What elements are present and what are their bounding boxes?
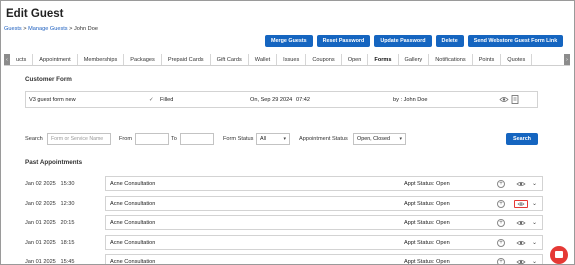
appointment-status: Appt Status: Open xyxy=(404,181,450,187)
past-appointments-title: Past Appointments xyxy=(25,159,83,166)
from-label: From xyxy=(119,136,133,142)
tab-quotes[interactable]: Quotes xyxy=(501,54,533,65)
form-filled-by: by : John Doe xyxy=(393,97,428,103)
add-form-icon[interactable]: + xyxy=(497,219,505,227)
form-name: V3 guest form new xyxy=(29,97,76,103)
check-icon: ✓ xyxy=(149,97,154,103)
search-input[interactable]: Form or Service Name xyxy=(47,133,111,145)
chevron-down-icon[interactable]: ⌄ xyxy=(532,219,537,226)
search-button[interactable]: Search xyxy=(506,133,538,145)
breadcrumb-manage-guests-link[interactable]: Manage Guests xyxy=(28,26,68,32)
tab-issues[interactable]: Issues xyxy=(277,54,307,65)
tab-notifications[interactable]: Notifications xyxy=(429,54,473,65)
appointment-row: Jan 02 2025 15:30 Acne Consultation Appt… xyxy=(25,176,545,191)
appointment-status: Appt Status: Open xyxy=(404,220,450,226)
appointment-datetime: Jan 01 2025 15:45 xyxy=(25,259,75,265)
appointment-status: Appt Status: Open xyxy=(404,240,450,246)
chevron-down-icon[interactable]: ⌄ xyxy=(532,258,537,264)
appointment-status: Appt Status: Open xyxy=(404,201,450,207)
appointment-status-select[interactable]: Open, Closed ▾ xyxy=(353,133,406,145)
view-eye-icon[interactable] xyxy=(514,180,528,188)
appointment-card[interactable]: Acne Consultation Appt Status: Open + ⌄ xyxy=(105,215,543,230)
appointment-datetime: Jan 02 2025 12:30 xyxy=(25,201,75,207)
appointment-card[interactable]: Acne Consultation Appt Status: Open + ⌄ xyxy=(105,196,543,211)
tab-products[interactable]: ucts xyxy=(10,54,34,65)
appointment-status: Appt Status: Open xyxy=(404,259,450,265)
tab-appointment[interactable]: Appointment xyxy=(33,54,78,65)
delete-button[interactable]: Delete xyxy=(435,35,464,47)
appointment-service: Acne Consultation xyxy=(110,181,156,187)
breadcrumb: Guests > Manage Guests > John Doe xyxy=(4,26,98,32)
view-eye-icon[interactable] xyxy=(514,219,528,227)
add-form-icon[interactable]: + xyxy=(497,239,505,247)
chevron-down-icon[interactable]: ⌄ xyxy=(532,180,537,187)
print-icon[interactable] xyxy=(511,95,519,104)
chevron-down-icon[interactable]: ⌄ xyxy=(532,239,537,246)
to-date-input[interactable] xyxy=(180,133,214,145)
appointment-datetime: Jan 02 2025 15:30 xyxy=(25,181,75,187)
tab-packages[interactable]: Packages xyxy=(124,54,162,65)
app-frame: Edit Guest Guests > Manage Guests > John… xyxy=(0,0,575,265)
merge-guests-button[interactable]: Merge Guests xyxy=(265,35,313,47)
chat-icon[interactable] xyxy=(550,246,568,264)
view-eye-icon[interactable] xyxy=(514,258,528,265)
from-date-input[interactable] xyxy=(135,133,169,145)
appointment-datetime: Jan 01 2025 18:15 xyxy=(25,240,75,246)
tab-forms[interactable]: Forms xyxy=(368,54,399,65)
appointment-card[interactable]: Acne Consultation Appt Status: Open + ⌄ xyxy=(105,176,543,191)
appointment-row: Jan 01 2025 18:15 Acne Consultation Appt… xyxy=(25,235,545,250)
appointment-card[interactable]: Acne Consultation Appt Status: Open + ⌄ xyxy=(105,235,543,250)
view-eye-icon[interactable] xyxy=(514,200,528,208)
tab-bar: ‹ ucts Appointment Memberships Packages … xyxy=(4,54,570,66)
tab-prepaid-cards[interactable]: Prepaid Cards xyxy=(162,54,211,65)
send-webstore-link-button[interactable]: Send Webstore Guest Form Link xyxy=(467,35,564,47)
tab-coupons[interactable]: Coupons xyxy=(306,54,342,65)
tab-memberships[interactable]: Memberships xyxy=(78,54,125,65)
appointment-service: Acne Consultation xyxy=(110,201,156,207)
add-form-icon[interactable]: + xyxy=(497,200,505,208)
appointment-service: Acne Consultation xyxy=(110,220,156,226)
chevron-down-icon: ▾ xyxy=(399,136,402,142)
add-form-icon[interactable]: + xyxy=(497,258,505,264)
appointment-service: Acne Consultation xyxy=(110,259,156,265)
appointment-service: Acne Consultation xyxy=(110,240,156,246)
appointment-row: Jan 01 2025 15:45 Acne Consultation Appt… xyxy=(25,254,545,265)
form-date: On, Sep 29 2024 xyxy=(250,97,293,103)
to-label: To xyxy=(171,136,177,142)
appointment-status-label: Appointment Status xyxy=(299,136,348,142)
form-status-label: Form Status xyxy=(223,136,254,142)
filter-bar: Search Form or Service Name From To Form… xyxy=(25,133,538,145)
form-time: 07:42 xyxy=(296,97,310,103)
reset-password-button[interactable]: Reset Password xyxy=(316,35,371,47)
search-label: Search xyxy=(25,136,43,142)
appointment-row: Jan 01 2025 20:15 Acne Consultation Appt… xyxy=(25,215,545,230)
chevron-down-icon: ▾ xyxy=(283,136,286,142)
chevron-down-icon[interactable]: ⌄ xyxy=(532,200,537,207)
form-status-value: All xyxy=(260,136,266,142)
breadcrumb-current: John Doe xyxy=(73,26,98,32)
page-title: Edit Guest xyxy=(6,8,64,20)
appointment-row: Jan 02 2025 12:30 Acne Consultation Appt… xyxy=(25,196,545,211)
tab-scroll-right-icon[interactable]: › xyxy=(564,54,570,65)
tab-gallery[interactable]: Gallery xyxy=(399,54,430,65)
customer-form-title: Customer Form xyxy=(25,76,72,83)
view-eye-icon[interactable] xyxy=(514,239,528,247)
tab-open[interactable]: Open xyxy=(342,54,369,65)
view-eye-icon[interactable] xyxy=(499,96,509,103)
form-status: Filled xyxy=(160,97,174,103)
add-form-icon[interactable]: + xyxy=(497,180,505,188)
appointment-datetime: Jan 01 2025 20:15 xyxy=(25,220,75,226)
appointment-status-value: Open, Closed xyxy=(357,136,390,142)
breadcrumb-guests-link[interactable]: Guests xyxy=(4,26,22,32)
form-status-select[interactable]: All ▾ xyxy=(256,133,290,145)
appointment-card[interactable]: Acne Consultation Appt Status: Open + ⌄ xyxy=(105,254,543,265)
tab-gift-cards[interactable]: Gift Cards xyxy=(211,54,249,65)
action-bar: Merge Guests Reset Password Update Passw… xyxy=(265,35,564,47)
update-password-button[interactable]: Update Password xyxy=(374,35,432,47)
customer-form-row: V3 guest form new ✓ Filled On, Sep 29 20… xyxy=(25,91,538,108)
tab-points[interactable]: Points xyxy=(473,54,502,65)
tab-list: ucts Appointment Memberships Packages Pr… xyxy=(10,54,564,65)
tab-wallet[interactable]: Wallet xyxy=(249,54,278,65)
